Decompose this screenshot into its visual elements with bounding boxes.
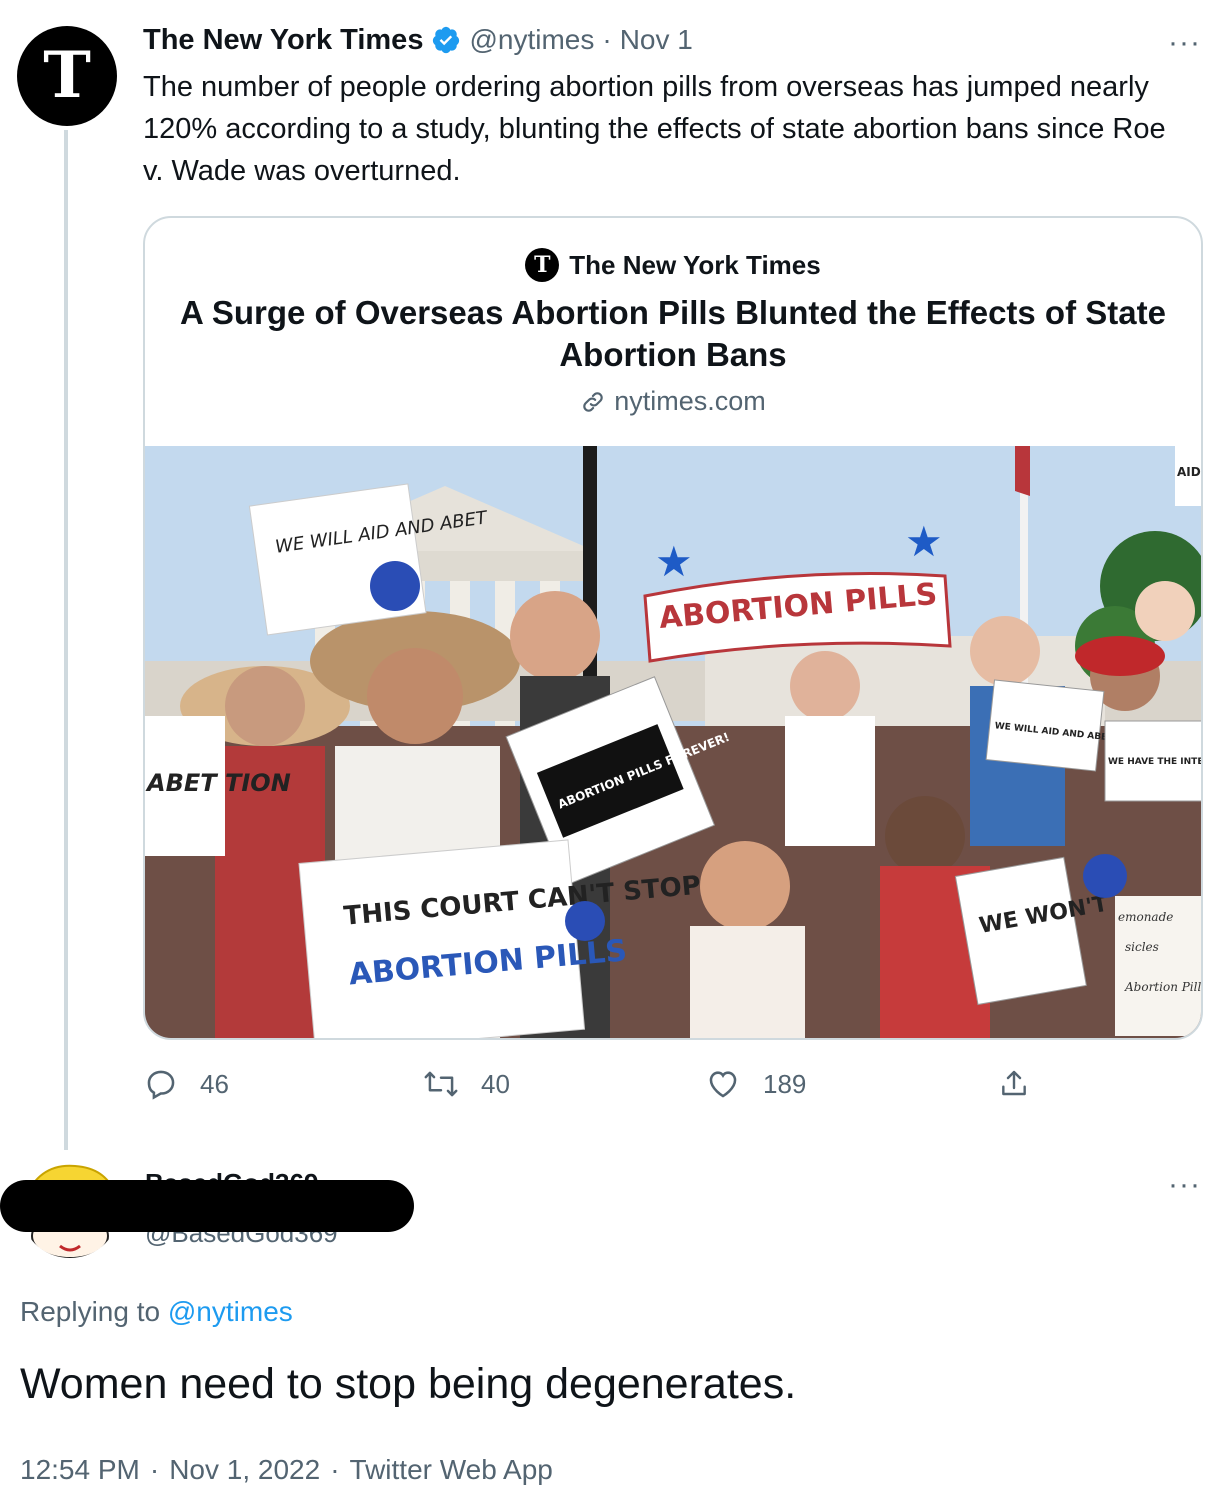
thread-connector-line: [64, 130, 68, 1150]
card-domain-text: nytimes.com: [614, 386, 766, 416]
replying-to: Replying to @nytimes: [20, 1296, 293, 1328]
tweet-date[interactable]: Nov 1: [620, 24, 693, 56]
share-action[interactable]: [998, 1067, 1052, 1101]
retweet-count: 40: [481, 1068, 510, 1099]
replying-prefix: Replying to: [20, 1296, 161, 1327]
reply-more-options-icon[interactable]: ···: [1168, 1170, 1201, 1200]
meta-separator-1: ·: [149, 1454, 160, 1485]
sign-internet: WE HAVE THE INTERNET: [1104, 720, 1203, 802]
tweet-actions: 46 40 189: [140, 1067, 1040, 1115]
reply-time[interactable]: 12:54 PM: [20, 1454, 140, 1485]
reply-metadata: 12:54 PM · Nov 1, 2022 · Twitter Web App: [20, 1454, 553, 1486]
nyt-avatar[interactable]: T: [17, 26, 117, 126]
card-source: T The New York Times: [145, 248, 1201, 282]
svg-text:ABET TION: ABET TION: [145, 769, 291, 797]
retweet-action[interactable]: 40: [423, 1067, 510, 1101]
more-options-icon[interactable]: ···: [1168, 28, 1201, 58]
nyt-logo-glyph: T: [43, 38, 91, 113]
share-icon: [1002, 1070, 1026, 1096]
redaction-bar: [0, 1180, 414, 1232]
tweet-header: The New York Times @nytimes · Nov 1: [143, 20, 693, 60]
nyt-small-logo-icon: T: [525, 248, 560, 282]
card-source-name: The New York Times: [569, 249, 821, 280]
reply-client[interactable]: Twitter Web App: [350, 1454, 553, 1485]
replying-handle-link[interactable]: @nytimes: [168, 1296, 293, 1327]
star-decoration-icon: ★: [655, 538, 693, 585]
svg-text:sicles: sicles: [1125, 940, 1159, 954]
link-preview-card[interactable]: T The New York Times A Surge of Overseas…: [143, 216, 1203, 1040]
star-decoration-icon-2: ★: [905, 518, 943, 565]
author-name[interactable]: The New York Times: [143, 24, 423, 57]
sign-lemonade-menu: emonade sicles Abortion Pills: [1115, 896, 1203, 1036]
link-icon: [583, 391, 603, 412]
svg-text:WE HAVE THE INTERNET: WE HAVE THE INTERNET: [1108, 757, 1203, 767]
like-action[interactable]: 189: [705, 1067, 806, 1101]
reply-icon: [147, 1070, 175, 1100]
author-handle[interactable]: @nytimes: [469, 24, 594, 56]
svg-text:Abortion Pills: Abortion Pills: [1124, 980, 1203, 994]
retweet-icon: [424, 1071, 458, 1097]
verified-badge-icon: [431, 25, 461, 55]
reply-action[interactable]: 46: [144, 1067, 229, 1101]
reply-date[interactable]: Nov 1, 2022: [169, 1454, 320, 1485]
card-domain: nytimes.com: [145, 386, 1201, 417]
like-count: 189: [763, 1068, 807, 1099]
heart-icon: [709, 1071, 737, 1098]
svg-text:emonade: emonade: [1118, 910, 1173, 924]
reply-text: Women need to stop being degenerates.: [20, 1360, 797, 1408]
meta-separator-2: ·: [330, 1454, 340, 1485]
sign-aid-corner: AID AB: [1175, 446, 1203, 506]
protest-photo[interactable]: ABORTION PILLS ★ ★ WE WILL AID AND ABET …: [145, 446, 1203, 1038]
reply-count: 46: [200, 1068, 229, 1099]
tweet-text: The number of people ordering abortion p…: [143, 71, 1166, 187]
card-headline: A Surge of Overseas Abortion Pills Blunt…: [180, 294, 1166, 373]
svg-text:AID AB: AID AB: [1177, 465, 1203, 479]
protest-photo-illustration: ABORTION PILLS ★ ★ WE WILL AID AND ABET …: [145, 446, 1203, 1038]
separator-dot: ·: [602, 24, 612, 55]
